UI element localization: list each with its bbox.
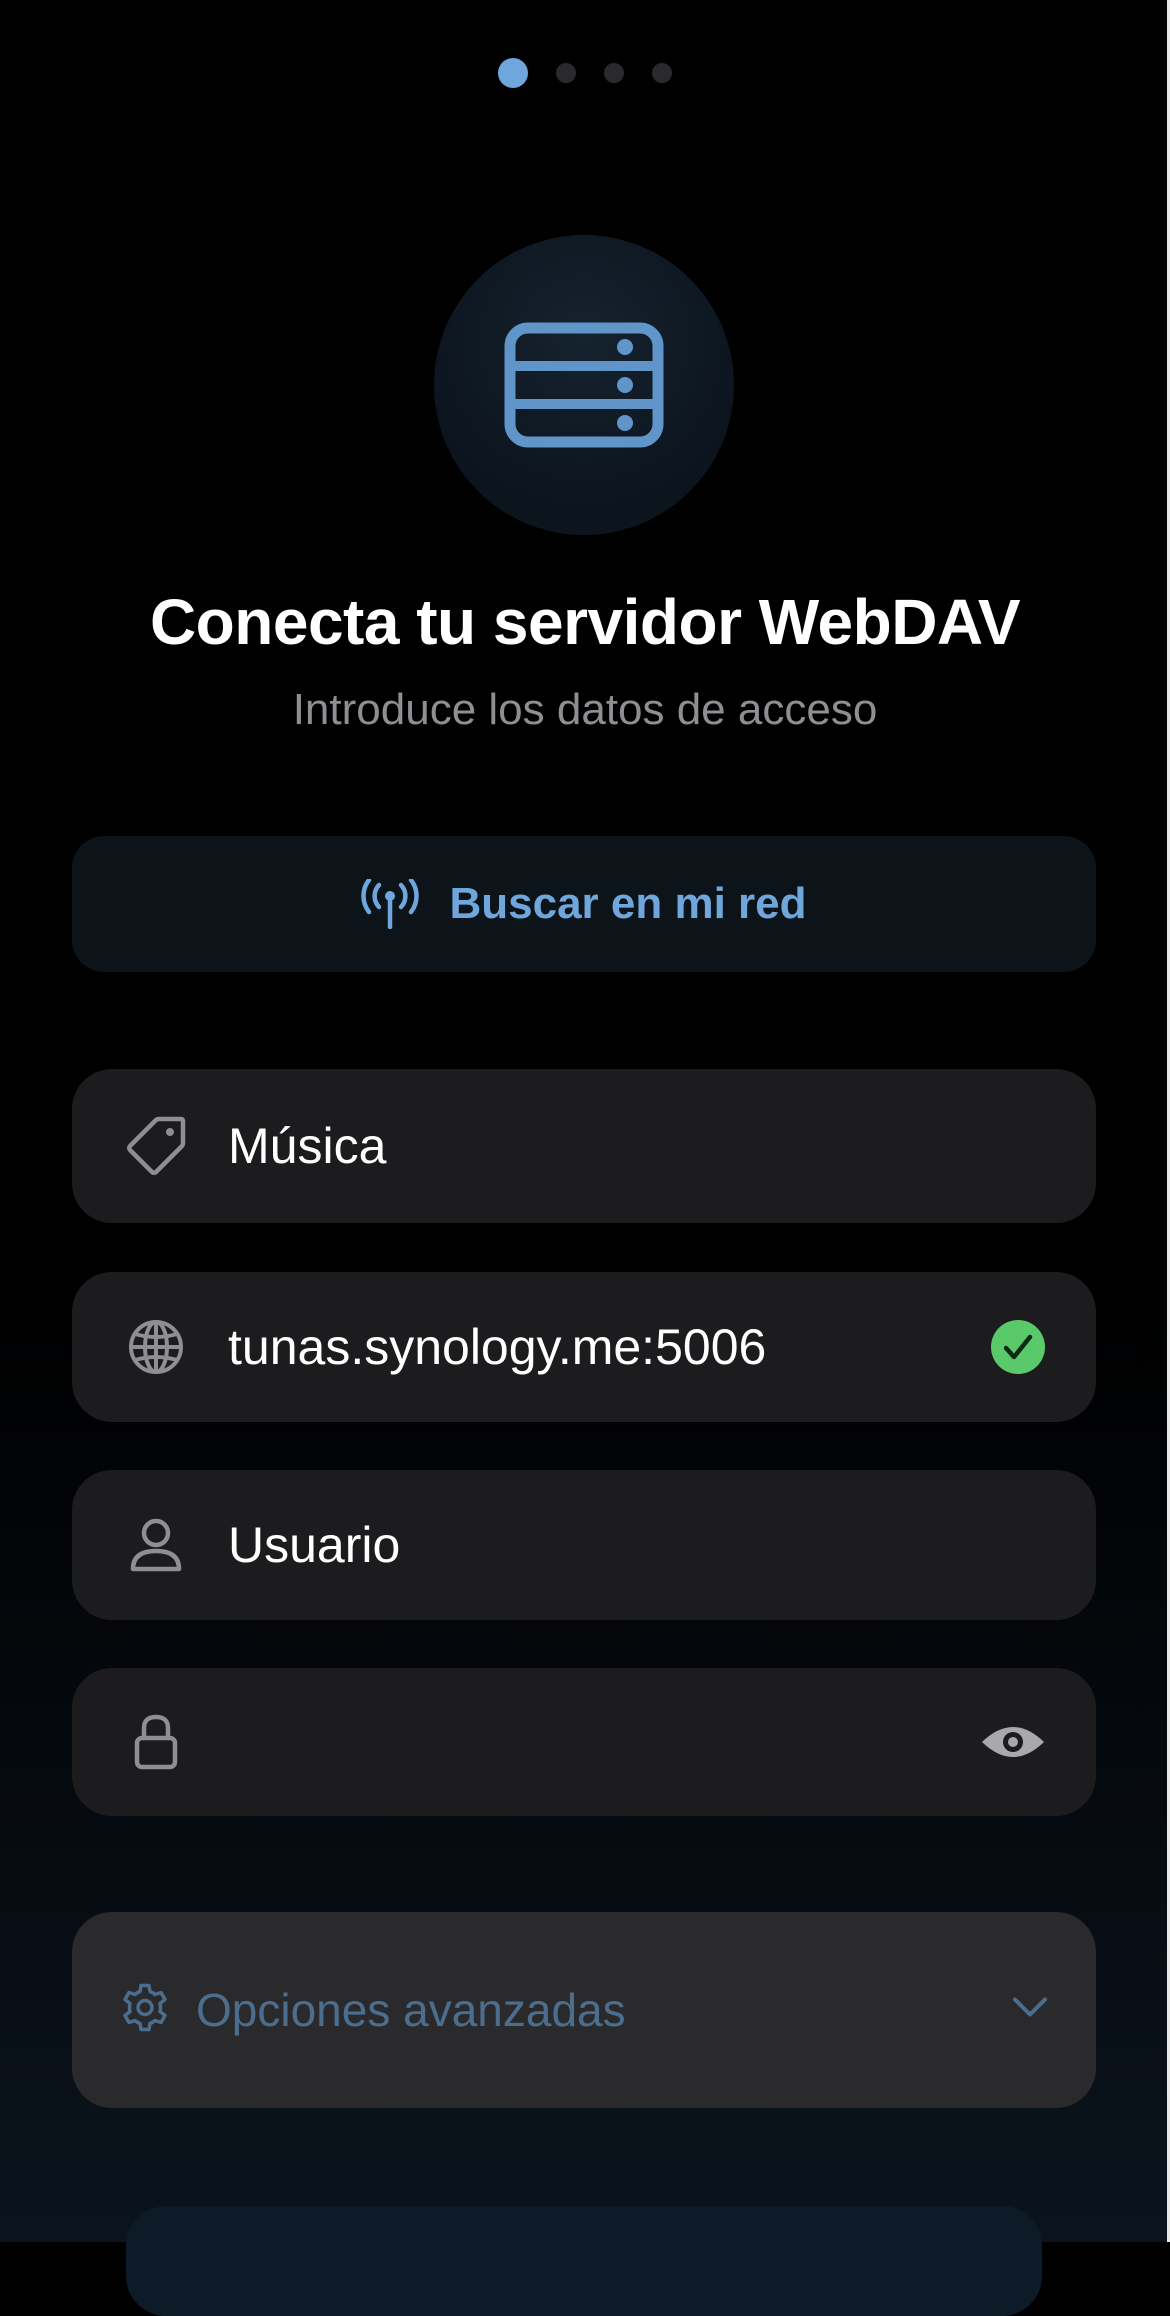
page-dot-4[interactable] — [652, 63, 672, 83]
username-field[interactable]: Usuario — [72, 1470, 1096, 1620]
hero-badge — [434, 235, 734, 535]
page-dot-1[interactable] — [498, 58, 528, 88]
antenna-icon — [361, 879, 420, 929]
lock-icon — [124, 1710, 188, 1774]
gear-icon — [120, 1983, 170, 2038]
eye-icon[interactable] — [980, 1722, 1046, 1762]
server-icon — [504, 322, 664, 448]
person-icon — [124, 1513, 188, 1577]
checkmark-circle-icon — [990, 1319, 1046, 1375]
page-indicator — [0, 58, 1170, 88]
tag-icon — [124, 1114, 188, 1178]
server-url-field[interactable]: tunas.synology.me:5006 — [72, 1272, 1096, 1422]
username-input[interactable]: Usuario — [228, 1516, 400, 1574]
page-dot-2[interactable] — [556, 63, 576, 83]
page-dot-3[interactable] — [604, 63, 624, 83]
page-title: Conecta tu servidor WebDAV — [149, 586, 1021, 658]
onboarding-screen: Conecta tu servidor WebDAV Introduce los… — [0, 0, 1170, 2316]
scan-network-label: Buscar en mi red — [449, 879, 807, 928]
name-value: Música — [228, 1118, 387, 1174]
advanced-options-toggle[interactable]: Opciones avanzadas — [72, 1912, 1096, 2108]
server-url-value: tunas.synology.me:5006 — [228, 1319, 767, 1375]
password-field[interactable] — [72, 1668, 1096, 1816]
globe-icon — [124, 1315, 188, 1379]
chevron-down-icon — [1012, 1997, 1048, 2024]
scan-network-button[interactable]: Buscar en mi red — [72, 836, 1096, 972]
connect-button[interactable] — [126, 2206, 1042, 2316]
page-subtitle: Introduce los datos de acceso — [292, 685, 878, 734]
advanced-options-label: Opciones avanzadas — [196, 1984, 626, 2036]
name-field[interactable]: Música — [72, 1069, 1096, 1223]
